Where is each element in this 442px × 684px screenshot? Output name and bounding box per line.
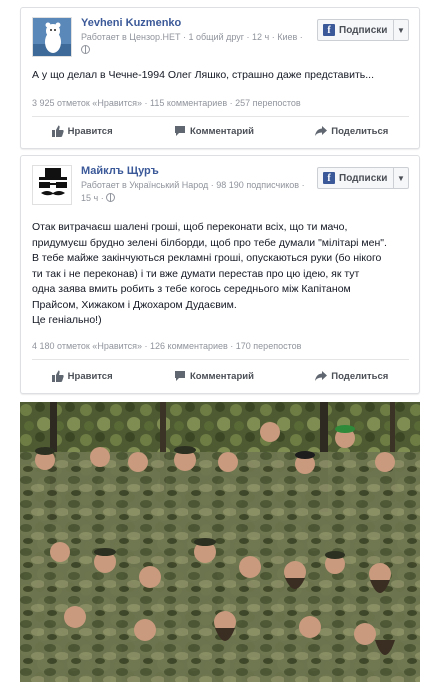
author-name[interactable]: Yevheni Kuzmenko [81, 17, 181, 29]
share-button[interactable]: Поделиться [315, 370, 388, 382]
post-actions: Нравится Комментарий Поделиться [21, 370, 419, 382]
post-meta: Работает в Український Народ · 98 190 по… [81, 180, 305, 190]
globe-icon [81, 45, 90, 54]
post-meta-text: Работает в Цензор.НЕТ · 1 общий друг · 1… [81, 32, 303, 42]
chevron-down-icon[interactable]: ▼ [394, 174, 408, 183]
post-text-line: ти так і не переконав) і ти вже думати п… [32, 267, 360, 280]
globe-icon [106, 193, 116, 202]
comment-button[interactable]: Комментарий [174, 370, 254, 382]
comment-label: Комментарий [189, 370, 254, 382]
avatar[interactable] [32, 165, 72, 205]
comment-button[interactable]: Комментарий [174, 125, 254, 137]
share-icon [315, 371, 328, 381]
comment-icon [174, 371, 185, 381]
divider [32, 116, 409, 117]
post-text: Отак витрачаєш шалені гроші, щоб перекон… [32, 220, 409, 329]
subscribe-button[interactable]: f Подписки ▼ [317, 19, 409, 41]
comment-icon [174, 126, 185, 136]
post-actions: Нравится Комментарий Поделиться [21, 125, 419, 137]
avatar[interactable] [32, 17, 72, 57]
post-text: А у що делал в Чечне-1994 Олег Ляшко, ст… [32, 69, 374, 81]
post-meta: Работает в Цензор.НЕТ · 1 общий друг · 1… [81, 32, 303, 42]
author-name[interactable]: Майклъ Щуръ [81, 165, 159, 177]
subscribe-label: Подписки [339, 172, 388, 184]
post-text-line: Це геніально!) [32, 314, 102, 326]
post-text-line: В тебе майже закінчуються рекламні гроші… [32, 252, 382, 264]
post-stats[interactable]: 3 925 отметок «Нравится» · 115 комментар… [32, 98, 301, 108]
post-meta-line2 [81, 45, 90, 55]
subscribe-label: Подписки [339, 24, 388, 36]
facebook-icon: f [323, 24, 335, 36]
comment-label: Комментарий [189, 125, 254, 137]
post-text-line: одна заява вмить робить з тебе когось се… [32, 283, 351, 295]
share-button[interactable]: Поделиться [315, 125, 388, 137]
post-text-line: придумуєш брудно зелені білборди, щоб пр… [32, 236, 387, 249]
share-icon [315, 126, 328, 136]
post-text-line: Отак витрачаєш шалені гроші, щоб перекон… [32, 221, 348, 233]
divider [32, 359, 409, 360]
post-stats[interactable]: 4 180 отметок «Нравится» · 126 комментар… [32, 341, 301, 351]
chevron-down-icon[interactable]: ▼ [394, 26, 408, 35]
post-meta-line2: 15 ч · [81, 193, 116, 203]
post-card: Yevheni Kuzmenko Работает в Цензор.НЕТ ·… [20, 7, 420, 149]
thumbs-up-icon [51, 370, 64, 382]
like-label: Нравится [67, 370, 113, 382]
post-meta-text: Работает в Український Народ · 98 190 по… [81, 180, 305, 190]
post-text-line: Прайсом, Хижаком і Джохаром Дудаєвим. [32, 298, 237, 311]
like-button[interactable]: Нравится [51, 370, 113, 382]
like-label: Нравится [67, 125, 113, 137]
subscribe-button[interactable]: f Подписки ▼ [317, 167, 409, 189]
share-label: Поделиться [331, 125, 389, 137]
facebook-icon: f [323, 172, 335, 184]
share-label: Поделиться [331, 370, 389, 382]
like-button[interactable]: Нравится [51, 125, 113, 137]
thumbs-up-icon [51, 125, 64, 137]
post-photo[interactable] [20, 402, 420, 682]
group-photo-illustration [20, 402, 420, 682]
post-card: Майклъ Щуръ Работает в Український Народ… [20, 155, 420, 394]
post-time[interactable]: 15 ч · [81, 193, 104, 203]
